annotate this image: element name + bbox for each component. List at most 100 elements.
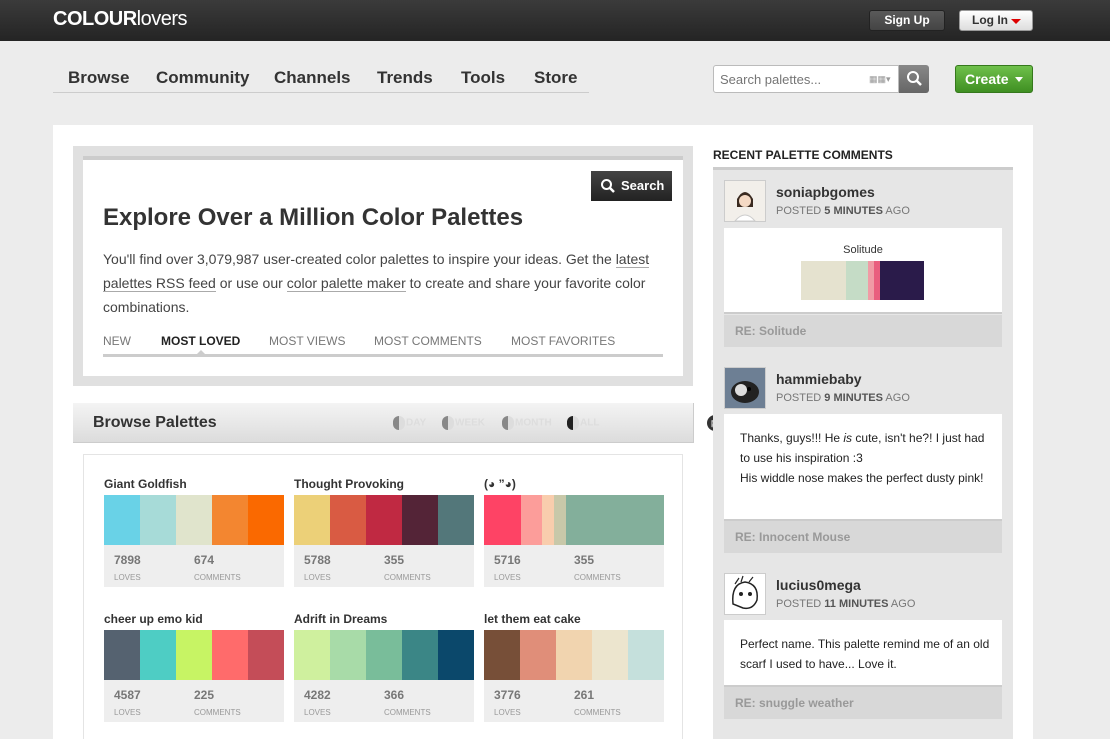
comment-reply-link[interactable]: RE: snuggle weather <box>724 687 1002 719</box>
period-week-toggle[interactable]: WEEK <box>442 416 485 430</box>
half-circle-icon <box>442 416 454 430</box>
comment-timestamp: POSTED 5 MINUTES AGO <box>776 205 910 217</box>
search-field: ▦▦▾ <box>713 65 899 93</box>
tab-most-views[interactable]: MOST VIEWS <box>269 334 345 348</box>
palette-color <box>248 630 284 680</box>
palette-color <box>438 630 474 680</box>
palette-title[interactable]: Giant Goldfish <box>104 477 187 491</box>
comment-palette-swatch[interactable] <box>801 261 924 300</box>
comments-count: 225 <box>194 688 215 702</box>
top-bar: COLOURlovers Sign Up Log In <box>0 0 1110 41</box>
comments-label: COMMENTS <box>384 573 431 582</box>
palette-stats: 3776 LOVES 261 COMMENTS <box>484 680 664 722</box>
period-month-toggle[interactable]: MONTH <box>502 416 552 430</box>
palette-color <box>212 495 248 545</box>
nav-store[interactable]: Store <box>534 68 577 88</box>
create-label: Create <box>965 71 1009 87</box>
comment-username[interactable]: hammiebaby <box>776 371 862 387</box>
log-in-button[interactable]: Log In <box>959 10 1033 31</box>
palette-color <box>248 495 284 545</box>
palette-stats: 4587 LOVES 225 COMMENTS <box>104 680 284 722</box>
period-all-toggle[interactable]: ALL <box>567 416 599 430</box>
palette-swatch[interactable] <box>294 495 474 545</box>
main-nav: Browse Community Channels Trends Tools S… <box>53 64 589 93</box>
palette-title[interactable]: (◕ ”◕) <box>484 477 516 491</box>
palette-stats: 4282 LOVES 366 COMMENTS <box>294 680 474 722</box>
color-grid-dropdown-icon[interactable]: ▦▦▾ <box>869 74 891 84</box>
comments-label: COMMENTS <box>194 708 241 717</box>
comment-username[interactable]: soniapbgomes <box>776 184 875 200</box>
comment-reply-link[interactable]: RE: Solitude <box>724 315 1002 347</box>
explore-search-label: Search <box>621 178 665 193</box>
palette-title[interactable]: let them eat cake <box>484 612 581 626</box>
log-in-label: Log In <box>972 13 1008 27</box>
nav-browse[interactable]: Browse <box>68 68 129 88</box>
avatar[interactable] <box>724 367 766 409</box>
period-day-toggle[interactable]: DAY <box>393 416 426 430</box>
search-input[interactable] <box>714 66 854 92</box>
tab-new[interactable]: NEW <box>103 334 131 348</box>
palette-stats: 5716 LOVES 355 COMMENTS <box>484 545 664 587</box>
palette-color <box>330 630 366 680</box>
loves-count: 7898 <box>114 553 141 567</box>
palette-color <box>565 495 664 545</box>
loves-label: LOVES <box>114 708 141 717</box>
loves-label: LOVES <box>304 573 331 582</box>
site-logo[interactable]: COLOURlovers <box>53 8 188 31</box>
nav-community[interactable]: Community <box>156 68 250 88</box>
comment-timestamp: POSTED 9 MINUTES AGO <box>776 392 910 404</box>
loves-count: 5716 <box>494 553 521 567</box>
palette-title[interactable]: Adrift in Dreams <box>294 612 387 626</box>
palette-color <box>556 630 592 680</box>
nav-channels[interactable]: Channels <box>274 68 351 88</box>
comments-label: COMMENTS <box>574 573 621 582</box>
loves-label: LOVES <box>304 708 331 717</box>
nav-trends[interactable]: Trends <box>377 68 433 88</box>
nav-tools[interactable]: Tools <box>461 68 505 88</box>
palette-maker-link[interactable]: color palette maker <box>286 275 406 292</box>
palette-swatch[interactable] <box>104 630 284 680</box>
comment-username[interactable]: lucius0mega <box>776 577 861 593</box>
palette-color <box>438 495 474 545</box>
loves-count: 3776 <box>494 688 521 702</box>
search-button[interactable] <box>899 65 929 93</box>
caret-down-icon <box>1015 77 1023 82</box>
avatar[interactable] <box>724 180 766 222</box>
palette-color <box>140 495 176 545</box>
palette-title[interactable]: Thought Provoking <box>294 477 404 491</box>
comment-palette-preview[interactable]: Solitude <box>724 228 1002 314</box>
sign-up-button[interactable]: Sign Up <box>869 10 945 31</box>
palette-swatch[interactable] <box>294 630 474 680</box>
palette-swatch[interactable] <box>484 495 664 545</box>
palette-color <box>176 630 212 680</box>
avatar[interactable] <box>724 573 766 615</box>
tab-most-comments[interactable]: MOST COMMENTS <box>374 334 482 348</box>
loves-count: 4282 <box>304 688 331 702</box>
palette-color <box>330 495 366 545</box>
tab-most-favorites[interactable]: MOST FAVORITES <box>511 334 615 348</box>
comments-label: COMMENTS <box>574 708 621 717</box>
palette-color <box>801 261 846 300</box>
tab-most-loved[interactable]: MOST LOVED <box>161 334 240 348</box>
palette-color <box>402 630 438 680</box>
half-circle-icon <box>567 416 579 430</box>
comment-reply-link[interactable]: RE: Innocent Mouse <box>724 521 1002 553</box>
palette-swatch[interactable] <box>484 630 664 680</box>
create-button[interactable]: Create <box>955 65 1033 93</box>
palette-color <box>521 495 542 545</box>
loves-count: 4587 <box>114 688 141 702</box>
comments-count: 355 <box>574 553 595 567</box>
comments-count: 366 <box>384 688 405 702</box>
explore-search-button[interactable]: Search <box>591 171 672 201</box>
sort-tabs: NEW MOST LOVED MOST VIEWS MOST COMMENTS … <box>103 331 663 357</box>
explore-box: Search Explore Over a Million Color Pale… <box>83 156 683 376</box>
loves-label: LOVES <box>494 708 521 717</box>
palette-title[interactable]: cheer up emo kid <box>104 612 203 626</box>
comment-palette-name: Solitude <box>843 244 883 256</box>
palette-color <box>402 495 438 545</box>
loves-label: LOVES <box>494 573 521 582</box>
explore-title: Explore Over a Million Color Palettes <box>103 204 524 231</box>
comment-text: Thanks, guys!!! He is cute, isn't he?! I… <box>740 431 985 485</box>
palette-swatch[interactable] <box>104 495 284 545</box>
palette-color <box>366 495 402 545</box>
